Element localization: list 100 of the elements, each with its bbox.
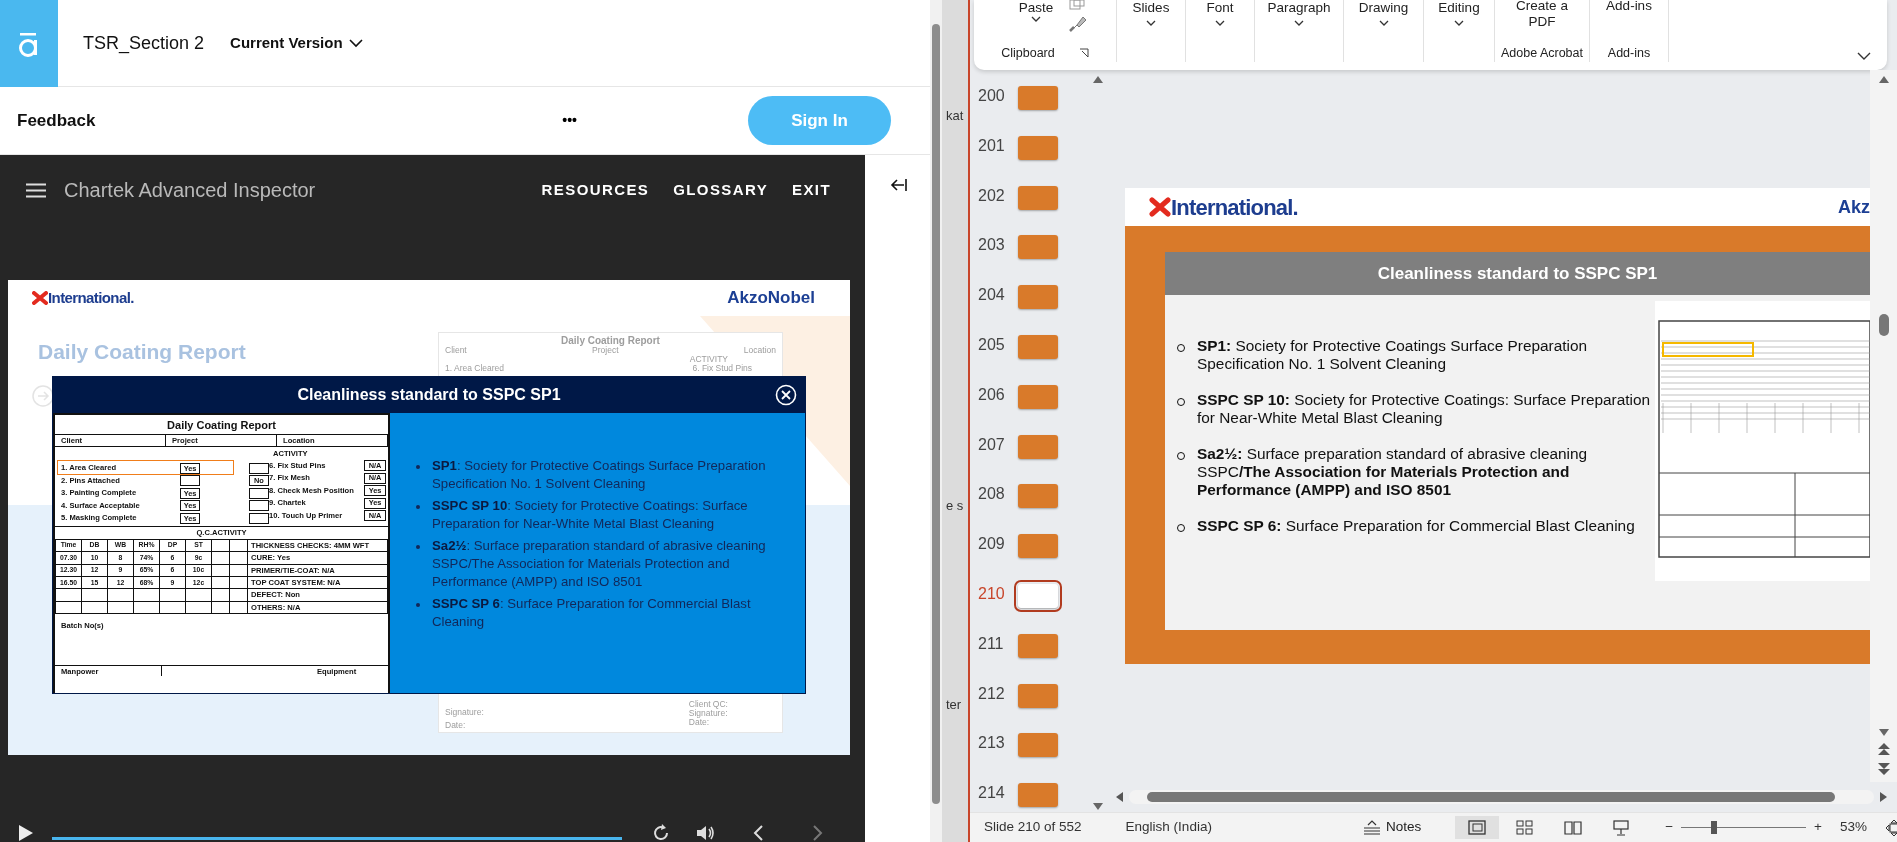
partial-text: kat [946,107,965,125]
bullet-text: Sa2½: Surface preparation standard of abrasive cleaning SSPC/The Association for Materials Protection and Performance (AMPP) and ISO 8501 [432,536,767,591]
slide-thumbnail[interactable] [1018,86,1058,110]
normal-view-icon [1467,819,1488,836]
slide-number: 209 [977,534,1006,555]
previous-slide-icon[interactable] [1877,742,1890,756]
faded-text: ACTIVITY [688,355,728,364]
caret-icon [1146,19,1156,27]
previous-icon[interactable] [752,824,764,842]
slide-thumbnail[interactable] [1018,285,1058,310]
caret-icon [1031,15,1041,23]
feedback-label: Feedback [17,109,96,132]
ribbon-button[interactable]: Add-ins [1599,0,1659,44]
zoom-out-button[interactable]: − [1665,817,1674,838]
app-logo-icon[interactable] [0,0,58,87]
ribbon-menu-button[interactable]: Paragraph [1267,0,1331,62]
nav-link[interactable]: GLOSSARY [673,178,769,202]
nav-link[interactable]: EXIT [792,178,831,202]
scrollbar-thumb[interactable] [1147,792,1835,802]
slide-number: 200 [977,86,1006,106]
menu-icon[interactable] [26,182,46,198]
faded-text: 6. Fix Stud Pins [692,364,752,373]
slide-number: 211 [977,633,1005,654]
faded-text: Date: [688,718,710,727]
ribbon-menu-button[interactable]: Drawing [1358,0,1409,62]
scrollbar-thumb[interactable] [1878,314,1889,336]
faded-text: Location [743,346,776,355]
slider-thumb[interactable] [1710,821,1717,834]
view-button[interactable] [1455,816,1500,839]
slide-thumbnail[interactable] [1018,235,1058,260]
grid-view-icon [1515,819,1536,836]
ribbon-menu-button[interactable]: Editing [1438,0,1480,62]
brand-logo: Akz [1838,195,1870,219]
replay-icon[interactable] [652,824,670,842]
scroll-down-icon[interactable] [1093,803,1103,810]
slide-thumbnail[interactable] [1018,633,1058,658]
nav-link[interactable]: RESOURCES [541,178,650,202]
bullet-text: SSPC SP 10: Society for Protective Coatings: Surface Preparation for Near-White Metal Blast Cleaning [432,496,749,533]
scrollbar-thumb[interactable] [932,24,940,804]
modal-title: Cleanliness standard to SSPC SP1 [297,385,561,405]
group-label: Adobe Acrobat [1501,45,1583,62]
slide-thumbnail[interactable] [1018,484,1058,509]
slide-thumbnail[interactable] [1018,335,1058,359]
bullet-icon [416,602,420,607]
copy-icon[interactable] [1069,0,1086,10]
dialog-launcher-icon[interactable] [1078,48,1089,58]
collapse-arrow-icon[interactable] [888,177,907,193]
paste-button[interactable]: Paste [1018,0,1054,44]
play-icon[interactable] [18,824,34,842]
notes-icon [1361,819,1382,836]
zoom-percent[interactable]: 53% [1839,817,1867,838]
slide-title: Cleanliness standard to SSPC SP1 [1165,252,1870,295]
book-icon [1563,819,1584,836]
faded-text: Date: [445,721,467,730]
slide-thumbnail[interactable] [1018,434,1058,459]
scroll-up-icon[interactable] [1878,76,1889,83]
zoom-in-button[interactable]: + [1814,817,1822,838]
collapse-ribbon-icon[interactable] [1857,52,1871,61]
slide-thumbnail[interactable] [1018,185,1058,210]
bullet-icon [416,504,420,509]
scroll-up-icon[interactable] [1093,76,1103,83]
chevron-down-icon [348,38,363,48]
brand-logo: AkzoNobel [727,287,815,310]
fit-slide-icon[interactable] [1885,818,1897,837]
slide-number: 204 [977,285,1006,306]
more-button[interactable]: ••• [556,109,583,132]
ribbon-menu-button[interactable]: Slides [1132,0,1170,62]
bullet-text: Sa2½: Surface preparation standard of abrasive cleaning SSPC/The Association for Materials Protection and Performance (AMPP) and ISO 8501 [1197,445,1589,500]
bullet-icon [416,544,420,549]
bullet-icon [416,465,420,469]
group-label: Add-ins [1607,45,1651,62]
slide-thumbnail[interactable] [1018,683,1058,708]
version-dropdown[interactable]: Current Version [230,31,363,55]
slide-number: 207 [977,434,1006,455]
slide-number: 213 [977,733,1006,754]
slide-thumbnail[interactable] [1018,534,1058,559]
bullet-text: SP1: Society for Protective Coatings Surface Preparation Specification No. 1 Solvent Cleaning [1197,337,1589,374]
slide-thumbnail[interactable] [1018,135,1058,160]
next-slide-icon[interactable] [1877,762,1890,776]
slide-thumbnail[interactable] [1018,733,1058,758]
brush-icon[interactable] [1069,14,1088,32]
language-label: English (India) [1125,818,1212,837]
form-value-box [179,475,201,487]
slide-thumbnail[interactable] [1018,783,1058,808]
slide-number: 212 [977,683,1006,704]
notes-button[interactable]: Notes [1351,815,1432,840]
next-icon[interactable] [812,824,824,842]
slide-thumbnail[interactable] [1018,384,1058,409]
volume-icon[interactable] [696,824,716,842]
scroll-down-icon[interactable] [1878,729,1889,736]
ribbon-button[interactable]: Create a PDF [1512,0,1572,44]
bullet-text: SSPC SP 6: Surface Preparation for Commercial Blast Cleaning [1197,517,1635,536]
scroll-right-icon[interactable] [1880,792,1887,802]
scroll-left-icon[interactable] [1116,792,1123,802]
faded-text: Daily Coating Report [560,335,661,346]
ribbon-menu-button[interactable]: Font [1206,0,1234,62]
form-value-box [248,512,269,524]
form-value-box [248,487,269,499]
close-icon[interactable] [775,384,797,406]
caret-icon [1215,19,1225,27]
